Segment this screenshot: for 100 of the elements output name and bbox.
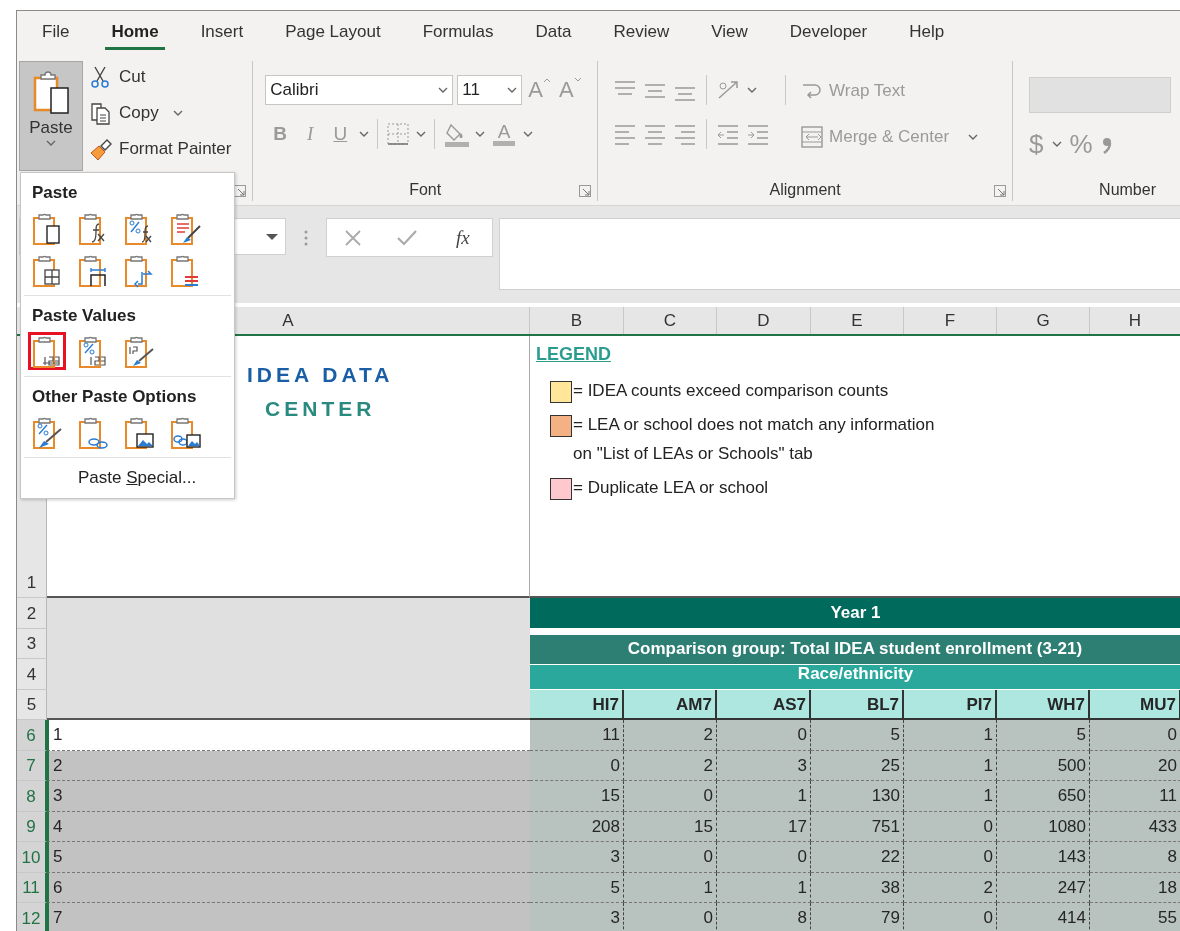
table-cell: 0 <box>904 903 997 931</box>
row-header[interactable]: 10 <box>17 842 47 873</box>
row-header[interactable]: 4 <box>17 659 47 690</box>
row-header[interactable]: 11 <box>17 872 47 903</box>
ribbon-tab[interactable]: Home <box>90 16 180 50</box>
table-cell: 5 <box>997 720 1090 751</box>
ribbon-tab[interactable]: Formulas <box>401 16 515 50</box>
table-cell: 0 <box>1090 720 1180 751</box>
table-cell: 25 <box>811 750 904 781</box>
column-header[interactable]: H <box>1090 307 1180 334</box>
caret-icon <box>46 140 56 147</box>
ribbon-tab[interactable]: File <box>21 16 91 50</box>
column-header[interactable]: C <box>624 307 717 334</box>
column-header[interactable]: F <box>904 307 997 334</box>
table-cell: 8 <box>717 903 811 931</box>
table-cell: 0 <box>717 720 811 751</box>
legend-text: = Duplicate LEA or school <box>573 477 769 499</box>
column-code-cell: WH7 <box>997 689 1090 720</box>
table-cell: 2 <box>47 750 530 781</box>
row-header[interactable]: 8 <box>17 781 47 812</box>
table-cell: 1 <box>904 781 997 812</box>
fill-color-icon[interactable] <box>443 121 472 147</box>
cancel-icon[interactable] <box>343 227 364 248</box>
table-cell: 0 <box>904 811 997 842</box>
caret-icon <box>507 86 518 94</box>
ribbon-tab[interactable]: Developer <box>768 16 889 50</box>
table-cell: 4 <box>47 811 530 842</box>
table-cell: 143 <box>997 842 1090 873</box>
paste-button[interactable]: Paste <box>19 61 83 171</box>
ribbon-tab[interactable]: View <box>690 16 769 50</box>
logo-text: CENTER <box>265 396 376 422</box>
table-cell: 1 <box>904 750 997 781</box>
row-header[interactable]: 2 <box>17 598 47 629</box>
row-header[interactable]: 12 <box>17 903 47 931</box>
ribbon-tab[interactable]: Data <box>514 16 593 50</box>
table-cell: 5 <box>530 872 624 903</box>
table-cell: 130 <box>811 781 904 812</box>
row-header[interactable]: 6 <box>17 720 47 751</box>
column-header[interactable]: D <box>717 307 811 334</box>
table-cell: 433 <box>1090 811 1180 842</box>
more-icon <box>304 230 308 246</box>
paintbrush-icon <box>89 137 113 161</box>
table-cell: 1 <box>624 872 717 903</box>
dialog-launcher-icon[interactable] <box>234 185 247 197</box>
table-cell: 1080 <box>997 811 1090 842</box>
menu-section-title: Paste <box>31 182 79 204</box>
column-code-cell: MU7 <box>1090 689 1180 720</box>
table-cell: 0 <box>530 750 624 781</box>
ribbon-tab[interactable]: Page Layout <box>264 16 402 50</box>
command-button[interactable]: Cut <box>87 61 234 93</box>
table-cell: 751 <box>811 811 904 842</box>
copy-icon <box>89 101 113 125</box>
table-cell: 17 <box>717 811 811 842</box>
table-cell: 3 <box>530 903 624 931</box>
dialog-launcher-icon[interactable] <box>994 185 1007 197</box>
table-cell: 22 <box>811 842 904 873</box>
row-header[interactable]: 5 <box>17 689 47 720</box>
table-cell: 500 <box>997 750 1090 781</box>
table-cell: 0 <box>717 842 811 873</box>
column-header[interactable]: E <box>811 307 904 334</box>
column-code-cell: HI7 <box>530 689 624 720</box>
caret-icon <box>416 130 427 138</box>
table-cell: 2 <box>904 872 997 903</box>
table-cell: 1 <box>717 781 811 812</box>
table-cell: 3 <box>717 750 811 781</box>
header-cell: Year 1 <box>530 598 1180 629</box>
table-cell: 2 <box>624 750 717 781</box>
column-code-cell: PI7 <box>904 689 997 720</box>
ribbon-tab[interactable]: Insert <box>179 16 265 50</box>
legend-text: = IDEA counts exceed comparison counts <box>573 380 889 402</box>
table-cell: 55 <box>1090 903 1180 931</box>
ribbon-tab[interactable]: Review <box>592 16 691 50</box>
group-label: Alignment <box>768 180 842 200</box>
paste-option[interactable] <box>28 332 66 370</box>
number-format-field[interactable] <box>1029 77 1172 113</box>
insert-function-button[interactable]: fx <box>450 225 476 250</box>
column-code-cell: BL7 <box>811 689 904 720</box>
caret-icon <box>359 130 370 138</box>
table-cell: 6 <box>47 872 530 903</box>
command-button[interactable]: Format Painter <box>87 133 234 165</box>
column-header[interactable]: G <box>997 307 1090 334</box>
paste-special-item[interactable]: Paste Special... <box>21 458 234 494</box>
column-header[interactable]: B <box>530 307 624 334</box>
formula-input[interactable] <box>499 218 1180 290</box>
header-cell: Comparison group: Total IDEA student enrollment (3-21) <box>530 634 1180 665</box>
command-button[interactable]: Copy <box>87 97 234 129</box>
clipboard-icon <box>31 70 71 116</box>
table-cell: 18 <box>1090 872 1180 903</box>
dialog-launcher-icon[interactable] <box>579 185 592 197</box>
table-cell: 15 <box>530 781 624 812</box>
group-label: Number <box>1098 180 1156 200</box>
column-code-cell: AM7 <box>624 689 717 720</box>
row-header[interactable]: 7 <box>17 750 47 781</box>
dropdown-arrow-icon <box>265 232 279 241</box>
table-cell: 11 <box>530 720 624 751</box>
row-header[interactable]: 9 <box>17 811 47 842</box>
table-cell: 1 <box>717 872 811 903</box>
row-header[interactable]: 3 <box>17 628 47 659</box>
ribbon-tab[interactable]: Help <box>888 16 966 50</box>
caret-icon <box>523 130 534 138</box>
